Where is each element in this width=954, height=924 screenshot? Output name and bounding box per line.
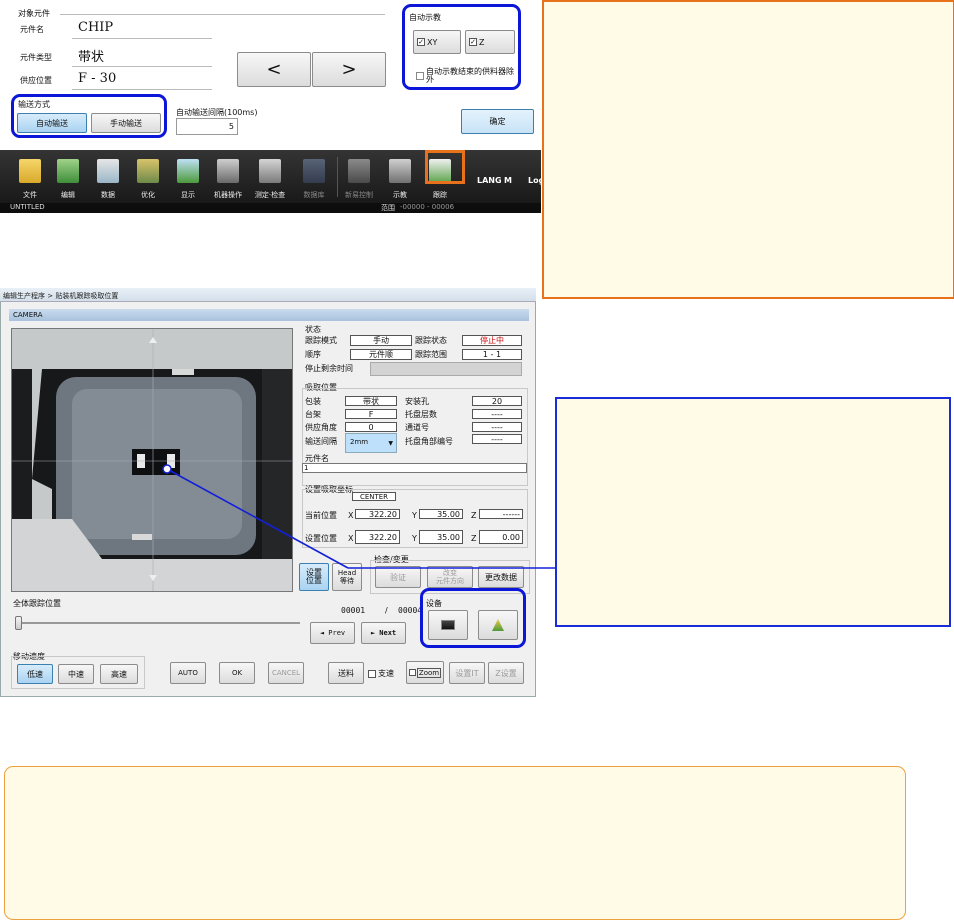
pointer-line xyxy=(166,468,349,569)
note-box-bottom xyxy=(4,766,906,920)
pointer-dot xyxy=(162,464,172,474)
